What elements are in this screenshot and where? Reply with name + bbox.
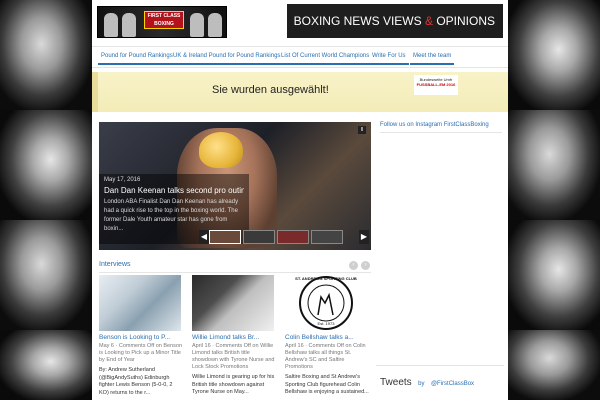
- logo-boxer-figure: [208, 13, 222, 37]
- nav-item-meet-the-team[interactable]: Meet the team: [410, 51, 455, 65]
- article-meta: April 16 · Comments Off on Colin Bellsha…: [285, 343, 366, 370]
- article-title[interactable]: Benson is Looking to P...: [99, 334, 183, 341]
- main-nav: Pound for Pound Rankings UK & Ireland Po…: [92, 46, 508, 68]
- background-boxer-image: [508, 0, 600, 110]
- article-card: Willie Limond talks Br... April 16 · Com…: [192, 275, 276, 400]
- article-excerpt: Saltire Boxing and St Andrew's Sporting …: [285, 374, 369, 395]
- background-boxer-image: [0, 0, 92, 110]
- ad-brand-line2: FUSSBALL-EM 2016: [416, 82, 456, 87]
- article-excerpt: By: Andrew Sutherland (@BigAndySuths) Ed…: [99, 367, 173, 396]
- slider-thumbnail[interactable]: [311, 230, 343, 244]
- logo-badge: FIRST CLASS BOXING: [144, 11, 184, 29]
- page-content: FIRST CLASS BOXING BOXING NEWS VIEWS & O…: [92, 0, 508, 400]
- article-title[interactable]: Willie Limond talks Br...: [192, 334, 276, 341]
- interviews-section-header: Interviews ‹ ›: [99, 261, 371, 273]
- article-meta: May 6 · Comments Off on Benson is Lookin…: [99, 343, 183, 363]
- slider-thumbnail[interactable]: [277, 230, 309, 244]
- featured-slider[interactable]: II May 17, 2016 Dan Dan Keenan talks sec…: [99, 122, 371, 250]
- logo-boxer-figure: [104, 13, 118, 37]
- twitter-handle-link[interactable]: @FirstClassBox: [431, 381, 474, 387]
- article-card: ST. ANDREWS SPORTING CLUB Est. 1973 Coli…: [285, 275, 369, 400]
- slide-title[interactable]: Dan Dan Keenan talks second pro outing a…: [104, 186, 244, 195]
- tweets-by: by: [418, 381, 425, 387]
- article-card: Benson is Looking to P... May 6 · Commen…: [99, 275, 183, 400]
- pause-button[interactable]: II: [358, 126, 366, 134]
- interviews-next-button[interactable]: ›: [361, 261, 370, 270]
- club-logo-text: ST. ANDREWS SPORTING CLUB: [295, 276, 357, 281]
- divider: [380, 132, 502, 133]
- article-image[interactable]: [99, 275, 181, 331]
- slider-thumbnail[interactable]: [209, 230, 241, 244]
- twitter-widget: Tweets by @FirstClassBox: [376, 365, 504, 400]
- ad-edge: [92, 72, 98, 112]
- background-boxer-image: [0, 330, 92, 400]
- interviews-prev-button[interactable]: ‹: [349, 261, 358, 270]
- section-title[interactable]: Interviews: [99, 261, 131, 268]
- logo-boxer-figure: [190, 13, 204, 37]
- background-boxer-image: [508, 220, 600, 330]
- header-banner: BOXING NEWS VIEWS & OPINIONS: [287, 4, 503, 38]
- nav-item-write-for-us[interactable]: Write For Us: [369, 51, 409, 65]
- slider-thumbnail[interactable]: [243, 230, 275, 244]
- logo-boxer-figure: [122, 13, 136, 37]
- slider-thumbnails: [209, 230, 369, 246]
- slider-next-button[interactable]: ▶: [359, 230, 369, 244]
- banner-text-2: OPINIONS: [432, 14, 495, 28]
- club-logo-est: Est. 1973: [317, 321, 335, 326]
- tweets-heading: Tweets: [380, 377, 412, 388]
- ad-brand-box[interactable]: Bundesweite Umfr FUSSBALL-EM 2016: [414, 75, 458, 95]
- site-header: FIRST CLASS BOXING BOXING NEWS VIEWS & O…: [92, 0, 508, 44]
- article-title[interactable]: Colin Bellshaw talks a...: [285, 334, 369, 341]
- club-logo-image[interactable]: ST. ANDREWS SPORTING CLUB Est. 1973: [285, 275, 367, 331]
- article-meta: April 16 · Comments Off on Willie Limond…: [192, 343, 275, 370]
- background-boxer-image: [508, 330, 600, 400]
- slide-excerpt: London ABA Finalist Dan Dan Keenan has a…: [104, 199, 239, 232]
- ad-banner[interactable]: Sie wurden ausgewählt! Bundesweite Umfr …: [92, 72, 508, 112]
- site-logo[interactable]: FIRST CLASS BOXING: [97, 6, 227, 38]
- boxing-glove-image: [199, 132, 243, 168]
- background-boxer-image: [0, 110, 92, 220]
- ad-text[interactable]: Sie wurden ausgewählt!: [212, 84, 329, 96]
- instagram-widget-title[interactable]: Follow us on Instagram FirstClassBoxing: [380, 122, 489, 128]
- banner-text-1: BOXING NEWS VIEWS: [293, 14, 425, 28]
- slide-date: May 17, 2016: [104, 177, 141, 183]
- background-boxer-image: [508, 110, 600, 220]
- banner-ampersand: &: [424, 14, 433, 28]
- nav-item-uk-ireland-p4p[interactable]: UK & Ireland Pound for Pound Rankings: [170, 51, 284, 65]
- slider-prev-button[interactable]: ◀: [199, 230, 209, 244]
- article-image[interactable]: [192, 275, 274, 331]
- nav-item-world-champions[interactable]: List Of Current World Champions: [278, 51, 373, 65]
- background-boxer-image: [0, 220, 92, 330]
- article-excerpt: Willie Limond is gearing up for his Brit…: [192, 374, 275, 395]
- nav-item-p4p-rankings[interactable]: Pound for Pound Rankings: [98, 51, 176, 65]
